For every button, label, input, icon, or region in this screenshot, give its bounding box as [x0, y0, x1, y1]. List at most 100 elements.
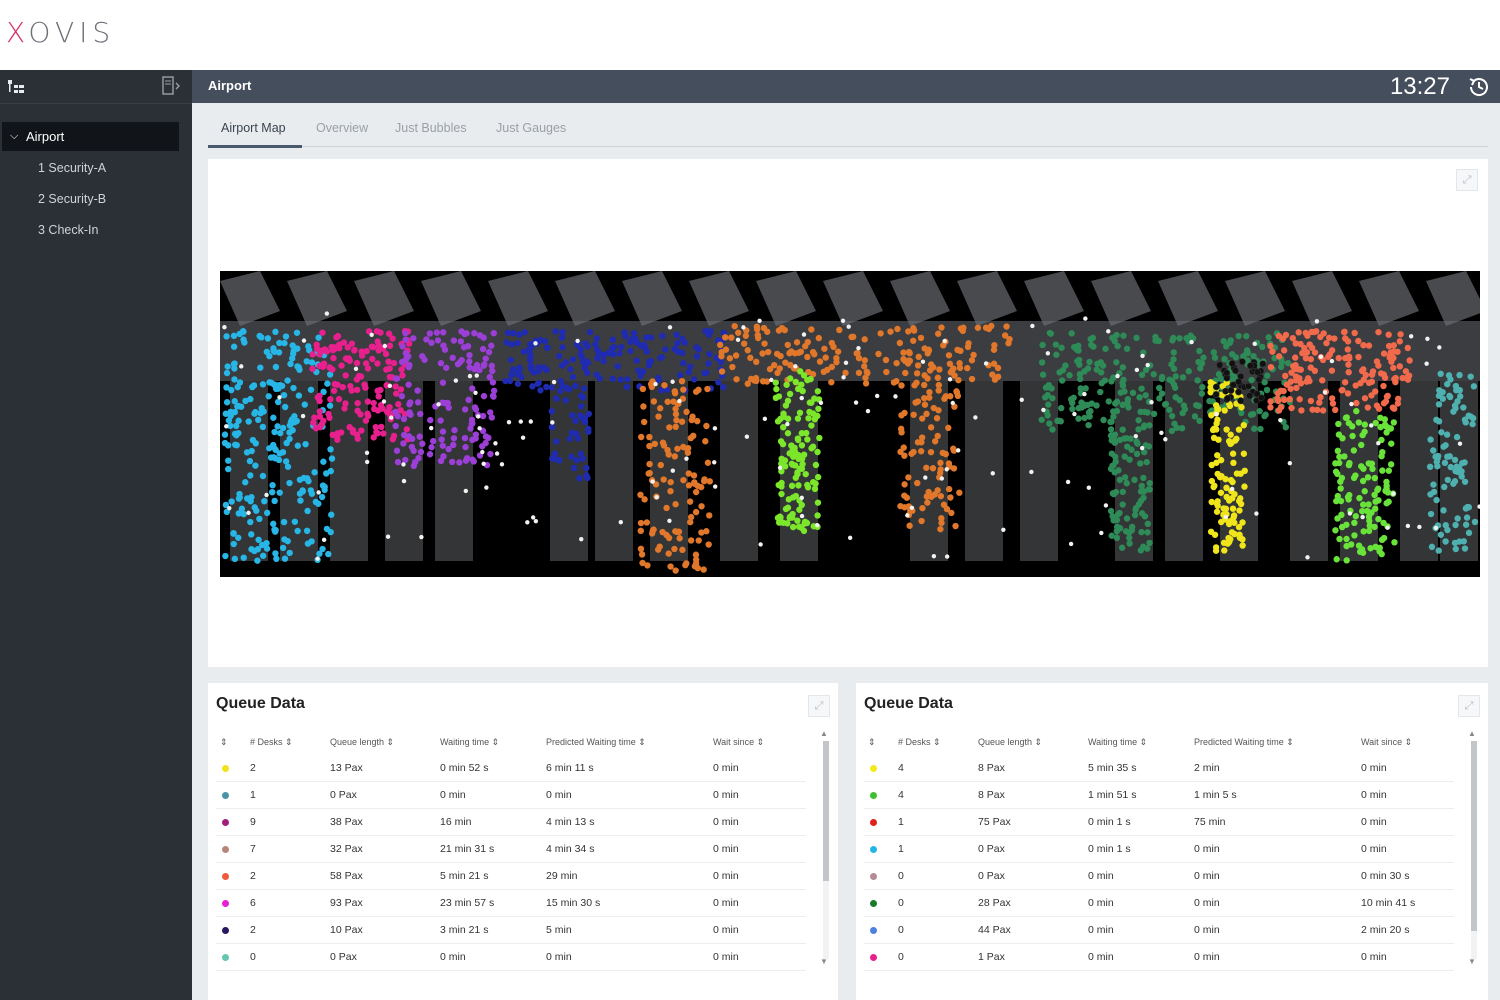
tree-view-icon[interactable] — [8, 80, 24, 94]
scroll-up-icon[interactable]: ▲ — [820, 729, 828, 738]
person-dot — [939, 476, 945, 481]
table-row[interactable]: 2 10 Pax 3 min 21 s 5 min 0 min — [216, 917, 806, 944]
predicted-waiting-time-header[interactable]: Predicted Waiting time ⇕ — [1194, 737, 1294, 748]
queue-length-header[interactable]: Queue length ⇕ — [330, 737, 394, 748]
chevron-down-icon[interactable]: ⌵ — [10, 122, 18, 151]
person-dot — [676, 371, 684, 379]
predicted-waiting-time-header[interactable]: Predicted Waiting time ⇕ — [546, 737, 646, 748]
person-dot — [654, 374, 662, 382]
expand-icon[interactable]: ⤢ — [1456, 169, 1478, 191]
table-row[interactable]: 1 75 Pax 0 min 1 s 75 min 0 min — [864, 809, 1454, 836]
person-dot — [680, 443, 687, 451]
sidebar-item-check-in[interactable]: 3 Check-In — [38, 223, 98, 237]
person-dot — [1368, 392, 1375, 399]
airport-floor-map[interactable] — [220, 271, 1480, 577]
table-row[interactable]: 4 8 Pax 1 min 51 s 1 min 5 s 0 min — [864, 782, 1454, 809]
sort-icon-header[interactable]: ⇕ — [220, 737, 228, 748]
person-dot — [1230, 512, 1238, 519]
person-dot — [1138, 528, 1145, 536]
table-row[interactable]: 2 13 Pax 0 min 52 s 6 min 11 s 0 min — [216, 755, 806, 782]
person-dot — [1140, 494, 1147, 501]
person-dot — [1220, 539, 1228, 547]
person-dot — [786, 390, 794, 398]
person-dot — [1334, 470, 1341, 478]
person-dot — [474, 373, 479, 378]
person-dot — [1329, 358, 1335, 364]
sidebar-item-security-b[interactable]: 2 Security-B — [38, 192, 106, 206]
person-dot — [1098, 369, 1105, 376]
table-row[interactable]: 1 0 Pax 0 min 0 min 0 min — [216, 782, 806, 809]
tab-airport-map[interactable]: Airport Map — [221, 121, 286, 135]
expand-icon[interactable]: ⤢ — [1458, 695, 1480, 717]
person-dot — [720, 383, 727, 391]
person-dot — [1446, 393, 1454, 401]
collapse-sidebar-icon[interactable] — [162, 76, 180, 96]
table-row[interactable]: 0 0 Pax 0 min 0 min 0 min — [216, 944, 806, 971]
person-dot — [814, 388, 822, 395]
person-dot — [1345, 361, 1352, 368]
scroll-thumb[interactable] — [1471, 741, 1477, 931]
sidebar-item-security-a[interactable]: 1 Security-A — [38, 161, 106, 175]
person-dot — [479, 412, 487, 420]
person-dot — [402, 336, 409, 344]
person-dot — [1211, 354, 1219, 361]
table-row[interactable]: 4 8 Pax 5 min 35 s 2 min 0 min — [864, 755, 1454, 782]
table-row[interactable]: 0 44 Pax 0 min 0 min 2 min 20 s — [864, 917, 1454, 944]
tab-just-bubbles[interactable]: Just Bubbles — [395, 121, 467, 135]
table-row[interactable]: 1 0 Pax 0 min 1 s 0 min 0 min — [864, 836, 1454, 863]
queue-color-dot — [222, 954, 229, 961]
person-dot — [1215, 436, 1222, 443]
wait-since-header[interactable]: Wait since ⇕ — [713, 737, 764, 748]
waiting-time-header[interactable]: Waiting time ⇕ — [440, 737, 499, 748]
cell-since: 0 min — [713, 897, 739, 909]
person-dot — [1362, 371, 1369, 379]
table-row[interactable]: 0 28 Pax 0 min 0 min 10 min 41 s — [864, 890, 1454, 917]
desks-header[interactable]: # Desks ⇕ — [898, 737, 941, 748]
expand-icon[interactable]: ⤢ — [808, 695, 830, 717]
person-dot — [249, 383, 256, 391]
sidebar-item-airport[interactable]: ⌵ Airport — [2, 122, 179, 151]
person-dot — [419, 534, 424, 540]
queue-length-header[interactable]: Queue length ⇕ — [978, 737, 1042, 748]
person-dot — [490, 393, 497, 400]
person-dot — [426, 451, 434, 458]
scroll-down-icon[interactable]: ▼ — [820, 957, 828, 966]
cell-desks: 0 — [898, 924, 904, 936]
person-dot — [910, 411, 917, 418]
person-dot — [1314, 406, 1321, 414]
wait-since-header[interactable]: Wait since ⇕ — [1361, 737, 1412, 748]
person-dot — [1333, 497, 1340, 505]
waiting-time-header[interactable]: Waiting time ⇕ — [1088, 737, 1147, 748]
cell-queue: 32 Pax — [330, 843, 363, 855]
desks-header[interactable]: # Desks ⇕ — [250, 737, 293, 748]
person-dot — [1445, 372, 1453, 379]
sort-icon-header[interactable]: ⇕ — [868, 737, 876, 748]
person-dot — [804, 484, 812, 491]
person-dot — [504, 329, 512, 336]
table-row[interactable]: 7 32 Pax 21 min 31 s 4 min 34 s 0 min — [216, 836, 806, 863]
table-row[interactable]: 0 0 Pax 0 min 0 min 0 min 30 s — [864, 863, 1454, 890]
table-row[interactable]: 2 58 Pax 5 min 21 s 29 min 0 min — [216, 863, 806, 890]
person-dot — [751, 377, 758, 384]
scroll-up-icon[interactable]: ▲ — [1468, 729, 1476, 738]
xovis-logo[interactable]: XOVIS — [6, 16, 115, 49]
cell-queue: 93 Pax — [330, 897, 363, 909]
scrollbar[interactable]: ▲ ▼ — [1468, 729, 1478, 969]
tab-overview[interactable]: Overview — [316, 121, 368, 135]
person-dot — [1045, 401, 1052, 408]
cell-wait: 21 min 31 s — [440, 843, 495, 855]
scrollbar[interactable]: ▲ ▼ — [820, 729, 830, 969]
person-dot — [797, 368, 804, 375]
table-row[interactable]: 9 38 Pax 16 min 4 min 13 s 0 min — [216, 809, 806, 836]
person-dot — [614, 363, 621, 370]
table-row[interactable]: 0 1 Pax 0 min 0 min 0 min — [864, 944, 1454, 971]
person-dot — [1146, 422, 1153, 429]
person-dot — [1115, 373, 1120, 379]
table-row[interactable]: 6 93 Pax 23 min 57 s 15 min 30 s 0 min — [216, 890, 806, 917]
history-icon[interactable] — [1466, 74, 1492, 100]
scroll-down-icon[interactable]: ▼ — [1468, 957, 1476, 966]
person-dot — [667, 325, 673, 330]
person-dot — [286, 549, 293, 557]
scroll-thumb[interactable] — [823, 741, 829, 881]
tab-just-gauges[interactable]: Just Gauges — [496, 121, 566, 135]
